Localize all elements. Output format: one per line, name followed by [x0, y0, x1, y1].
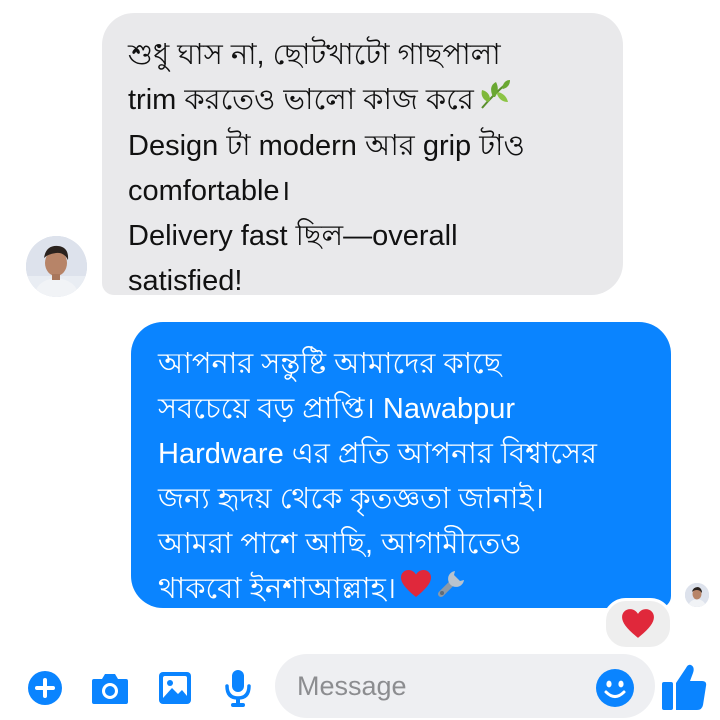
- person-avatar-icon: [685, 583, 709, 607]
- message-placeholder: Message: [297, 670, 407, 701]
- red-heart-icon: [622, 609, 654, 638]
- wrench-emoji-icon: [436, 567, 468, 613]
- message-line: জন্য হৃদয় থেকে কৃতজ্ঞতা জানাই।: [158, 483, 544, 515]
- message-text: trim করতেও ভালো কাজ করে: [128, 84, 474, 116]
- message-line: সবচেয়ে বড় প্রাপ্তি। Nawabpur: [158, 393, 516, 425]
- plus-icon[interactable]: [27, 670, 63, 706]
- message-text: থাকবো ইনশাআল্লাহ।: [158, 573, 397, 605]
- message-line: Delivery fast ছিল—overall: [128, 220, 458, 253]
- outgoing-message-bubble[interactable]: আপনার সন্তুষ্টি আমাদের কাছে সবচেয়ে বড় …: [131, 322, 671, 608]
- message-line: থাকবো ইনশাআল্লাহ।: [158, 567, 651, 613]
- message-line: Design টা modern আর grip টাও: [128, 130, 525, 163]
- chat-screen: শুধু ঘাস না, ছোটখাটো গাছপালা trim করতেও …: [0, 0, 720, 720]
- message-line: satisfied!: [128, 265, 243, 298]
- image-icon[interactable]: [157, 670, 193, 706]
- message-line: comfortable।: [128, 175, 291, 208]
- microphone-icon[interactable]: [222, 668, 254, 708]
- camera-icon[interactable]: [90, 670, 130, 706]
- person-avatar-icon: [26, 236, 87, 297]
- thumbs-up-icon[interactable]: [660, 662, 708, 712]
- composer-bar: Message: [0, 650, 720, 720]
- leaf-emoji-icon: [478, 78, 512, 124]
- message-line: শুধু ঘাস না, ছোটখাটো গাছপালা: [128, 39, 501, 71]
- sender-avatar[interactable]: [26, 236, 87, 297]
- message-line: trim করতেও ভালো কাজ করে: [128, 78, 599, 124]
- seen-avatar: [685, 583, 709, 607]
- emoji-icon[interactable]: [595, 668, 635, 708]
- message-reaction[interactable]: [603, 598, 673, 650]
- red-heart-emoji-icon: [400, 568, 432, 613]
- message-line: Hardware এর প্রতি আপনার বিশ্বাসের: [158, 438, 598, 470]
- message-line: আমরা পাশে আছি, আগামীতেও: [158, 528, 522, 560]
- message-line: আপনার সন্তুষ্টি আমাদের কাছে: [158, 348, 502, 380]
- incoming-message-bubble[interactable]: শুধু ঘাস না, ছোটখাটো গাছপালা trim করতেও …: [102, 13, 623, 297]
